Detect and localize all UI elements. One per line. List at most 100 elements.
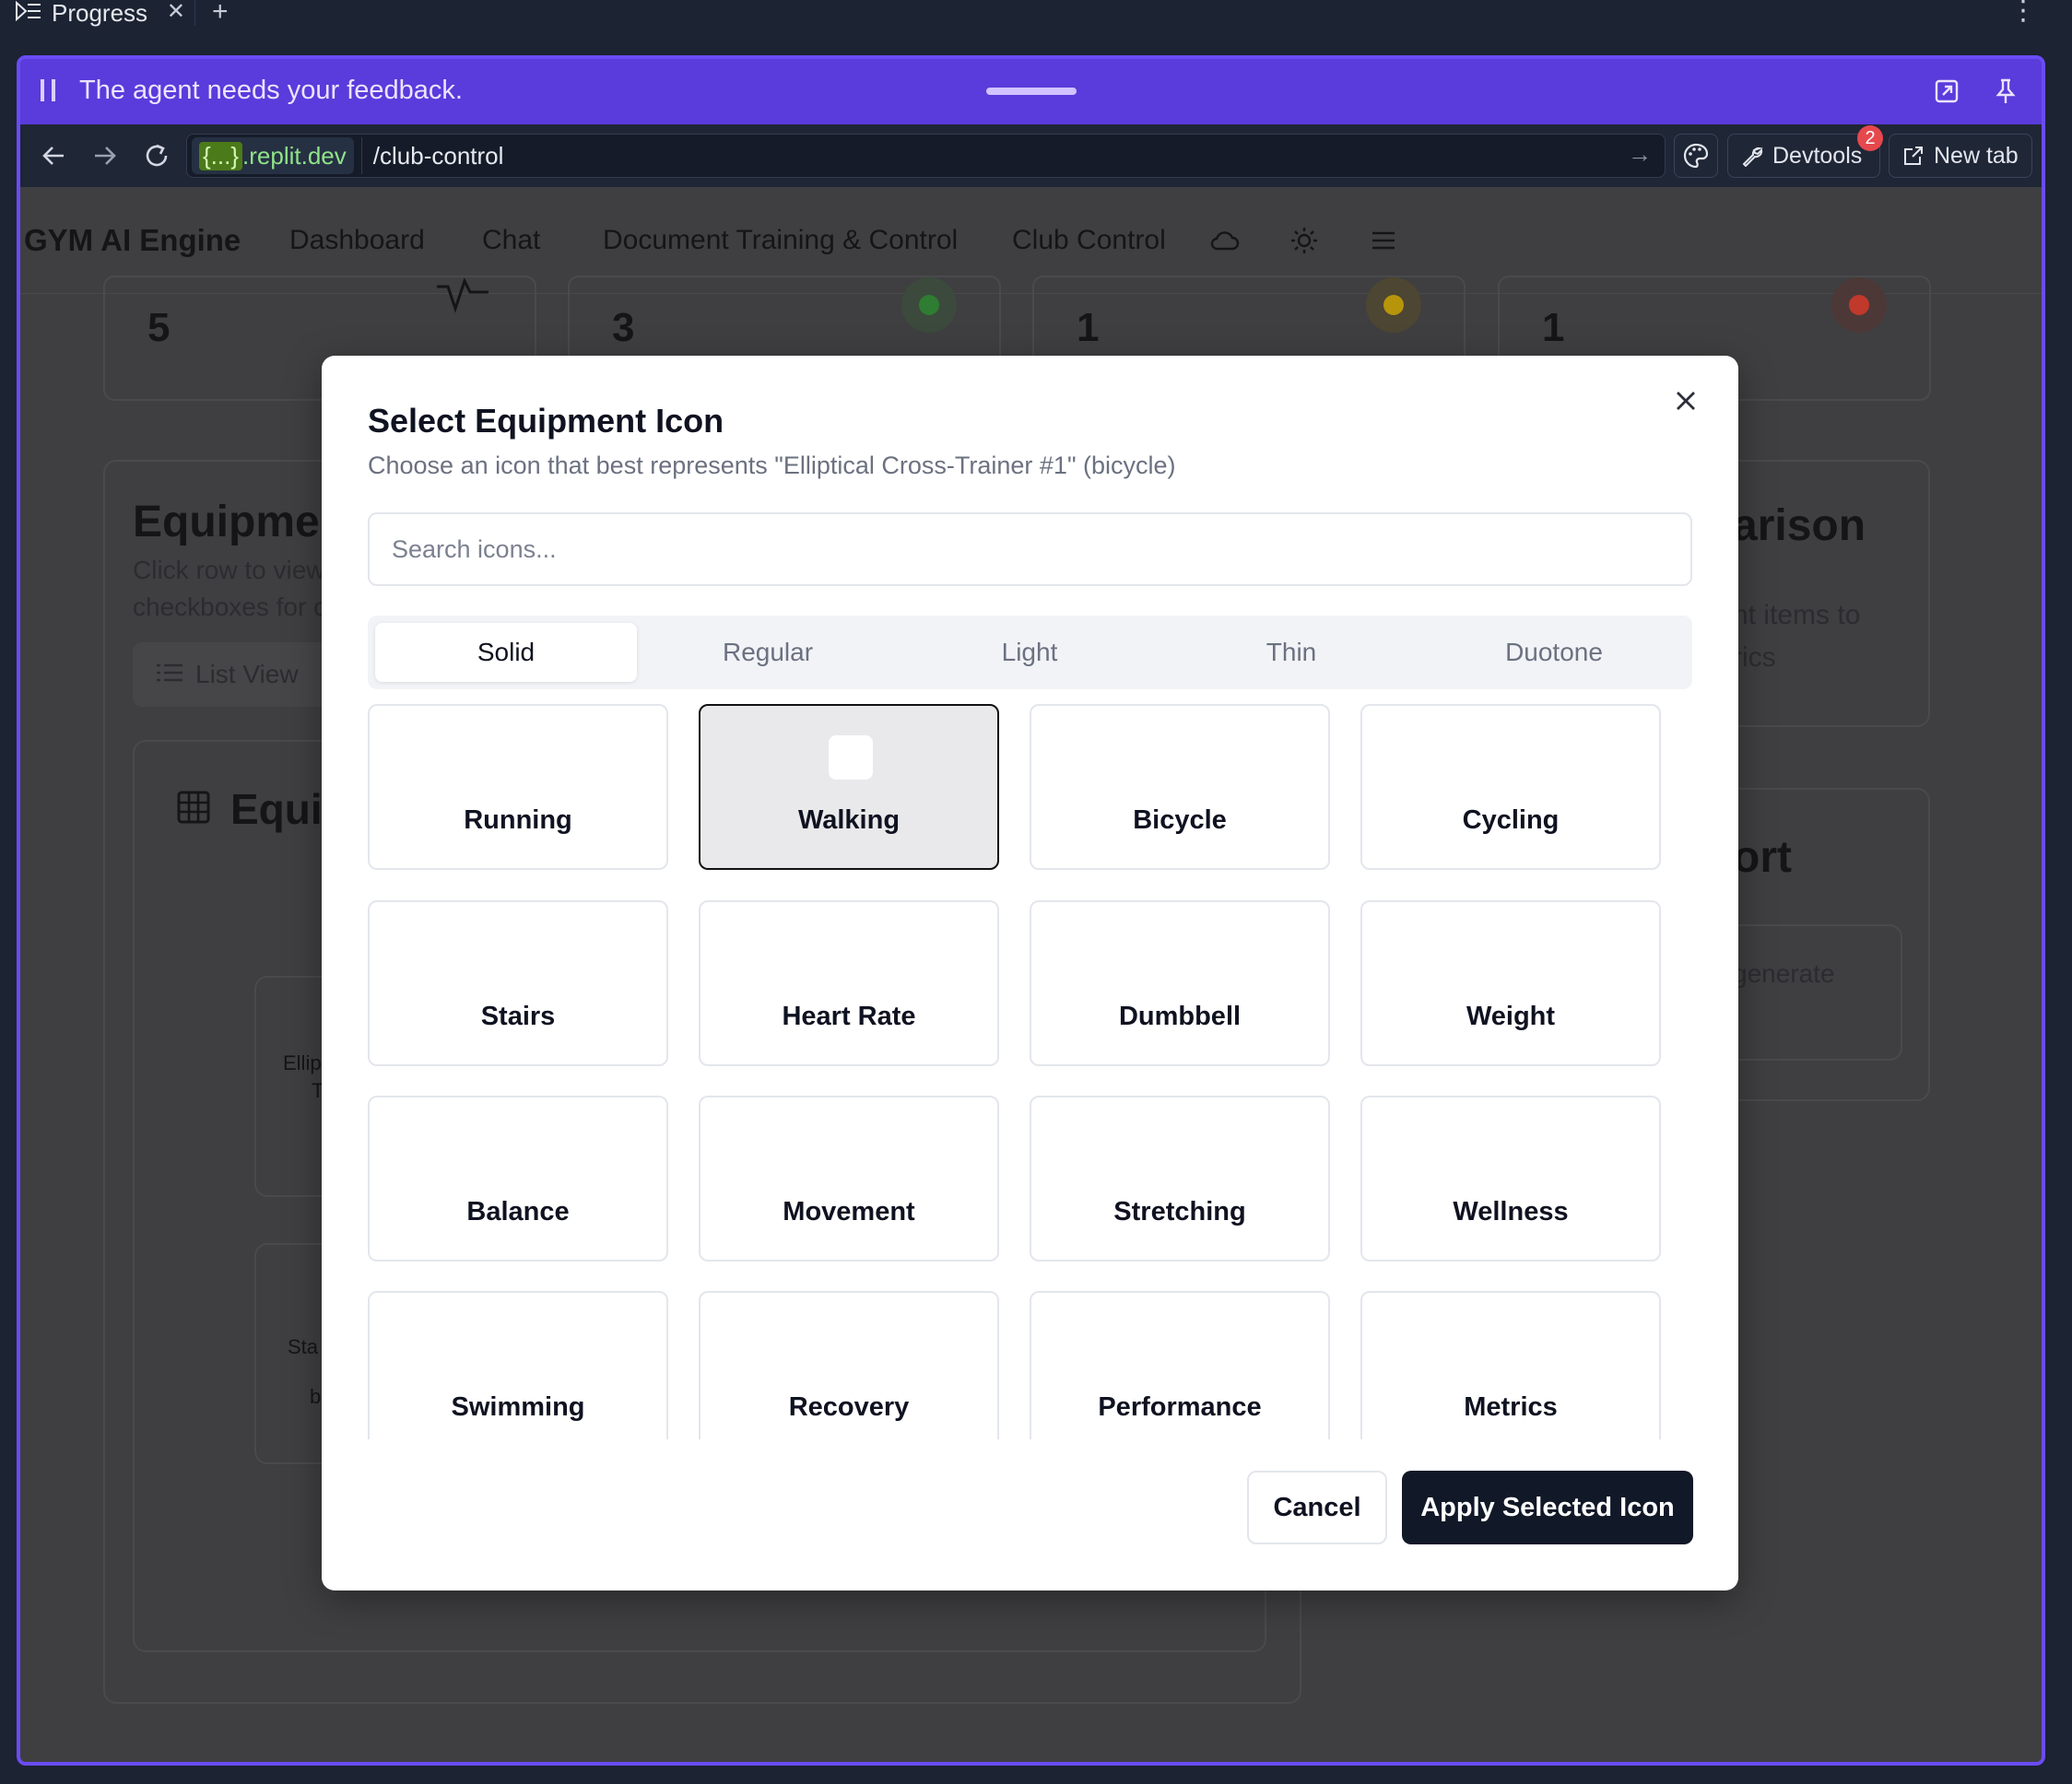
activity-icon xyxy=(435,277,490,319)
icon-option-stretching[interactable]: Stretching xyxy=(1030,1096,1330,1262)
devtools-button[interactable]: Devtools 2 xyxy=(1727,125,1883,178)
comparison-desc-1: nt items to xyxy=(1733,600,1861,630)
icon-option-movement[interactable]: Movement xyxy=(699,1096,999,1262)
go-arrow-icon[interactable]: → xyxy=(1628,140,1652,169)
icon-option-balance[interactable]: Balance xyxy=(368,1096,668,1262)
nav-document-training[interactable]: Document Training & Control xyxy=(603,225,958,256)
icon-option-wellness[interactable]: Wellness xyxy=(1360,1096,1661,1262)
nav-chat[interactable]: Chat xyxy=(482,225,540,256)
cloud-icon[interactable] xyxy=(1209,225,1241,256)
stat-value: 3 xyxy=(612,305,635,350)
url-path[interactable]: /club-control xyxy=(373,142,504,170)
url-separator xyxy=(360,137,362,174)
back-arrow-icon[interactable] xyxy=(37,139,70,172)
refresh-icon[interactable] xyxy=(140,139,173,172)
status-dot-yellow xyxy=(1366,277,1421,333)
tab-light[interactable]: Light xyxy=(899,623,1160,682)
drag-handle[interactable] xyxy=(986,88,1077,95)
url-domain: {...} .replit.dev xyxy=(192,137,354,174)
status-dot-green xyxy=(901,277,957,333)
tab-solid[interactable]: Solid xyxy=(375,623,637,682)
progress-icon xyxy=(15,0,42,28)
devtools-label: Devtools xyxy=(1772,142,1863,169)
grid-icon xyxy=(177,791,210,828)
devtools-badge: 2 xyxy=(1857,125,1883,151)
icon-option-swimming[interactable]: Swimming xyxy=(368,1291,668,1439)
status-dot-fill xyxy=(919,295,939,315)
icon-option-label: Heart Rate xyxy=(782,1002,916,1031)
external-link-icon xyxy=(1904,147,1923,165)
icon-option-running[interactable]: Running xyxy=(368,704,668,870)
pop-out-icon[interactable] xyxy=(1929,74,1964,109)
list-view-label: List View xyxy=(195,660,299,688)
icon-option-label: Balance xyxy=(466,1197,570,1226)
icon-option-label: Weight xyxy=(1466,1002,1556,1031)
icon-option-stairs[interactable]: Stairs xyxy=(368,900,668,1066)
icon-option-label: Cycling xyxy=(1462,805,1560,835)
comparison-desc-2: rics xyxy=(1733,642,1776,673)
equipment-desc-2: checkboxes for c xyxy=(133,593,327,621)
icon-option-label: Performance xyxy=(1098,1392,1262,1422)
icon-option-metrics[interactable]: Metrics xyxy=(1360,1291,1661,1439)
icon-option-cycling[interactable]: Cycling xyxy=(1360,704,1661,870)
equipment-title: Equipmen xyxy=(133,498,347,546)
agent-feedback-bar: The agent needs your feedback. xyxy=(20,59,2042,124)
new-tab-button[interactable]: New tab xyxy=(1889,134,2032,178)
hamburger-menu-icon[interactable] xyxy=(1368,225,1399,256)
comparison-title: arison xyxy=(1733,501,1866,550)
icon-option-label: Dumbbell xyxy=(1118,1002,1242,1031)
nav-club-control[interactable]: Club Control xyxy=(1012,225,1166,256)
new-tab-label: New tab xyxy=(1934,142,2019,169)
ide-tab-strip: Progress ✕ + ⋮ xyxy=(0,0,2072,28)
icon-grid[interactable]: Running Walking Bicycle Cycling Stairs H… xyxy=(368,704,1692,1439)
icon-option-performance[interactable]: Performance xyxy=(1030,1291,1330,1439)
dialog-description: Choose an icon that best represents "Ell… xyxy=(368,452,1176,479)
agent-message: The agent needs your feedback. xyxy=(79,76,463,105)
sun-icon[interactable] xyxy=(1289,225,1320,256)
generate-label: generate xyxy=(1733,959,1835,988)
icon-option-label: Stretching xyxy=(1113,1197,1246,1226)
stat-value: 1 xyxy=(1542,305,1565,350)
pause-icon[interactable] xyxy=(41,79,55,101)
close-tab-icon[interactable]: ✕ xyxy=(167,0,185,25)
icon-option-label: Walking xyxy=(797,805,901,835)
add-tab-button[interactable]: + xyxy=(212,0,229,28)
dialog-title: Select Equipment Icon xyxy=(368,402,724,440)
close-icon[interactable] xyxy=(1670,385,1701,417)
tab-regular[interactable]: Regular xyxy=(637,623,899,682)
tab-progress[interactable]: Progress ✕ xyxy=(0,0,195,28)
icon-option-label: Stairs xyxy=(480,1002,556,1031)
icon-option-label: Bicycle xyxy=(1133,805,1227,835)
nav-dashboard[interactable]: Dashboard xyxy=(289,225,425,256)
address-bar[interactable]: {...} .replit.dev /club-control → xyxy=(186,134,1666,178)
palette-button[interactable] xyxy=(1674,134,1718,178)
icon-option-recovery[interactable]: Recovery xyxy=(699,1291,999,1439)
app-brand[interactable]: GYM AI Engine xyxy=(24,223,241,258)
walking-icon xyxy=(829,735,873,780)
icon-option-weight[interactable]: Weight xyxy=(1360,900,1661,1066)
icon-option-dumbbell[interactable]: Dumbbell xyxy=(1030,900,1330,1066)
more-menu-icon[interactable]: ⋮ xyxy=(2009,0,2037,27)
icon-search-input[interactable] xyxy=(368,512,1692,586)
apply-selected-icon-button[interactable]: Apply Selected Icon xyxy=(1402,1471,1693,1544)
forward-arrow-icon[interactable] xyxy=(88,139,122,172)
list-view-toggle[interactable]: List View xyxy=(133,642,354,707)
icon-option-label: Swimming xyxy=(451,1392,585,1422)
icon-option-label: Running xyxy=(464,805,572,835)
url-domain-placeholder: {...} xyxy=(199,141,243,170)
row-badge-fragment: b xyxy=(310,1385,322,1408)
status-dot-fill xyxy=(1849,295,1869,315)
icon-option-walking[interactable]: Walking xyxy=(699,704,999,870)
icon-option-bicycle[interactable]: Bicycle xyxy=(1030,704,1330,870)
stat-value: 5 xyxy=(147,305,171,350)
url-domain-suffix: .replit.dev xyxy=(242,141,347,170)
icon-option-label: Metrics xyxy=(1464,1392,1558,1422)
tab-thin[interactable]: Thin xyxy=(1160,623,1422,682)
icon-option-heart-rate[interactable]: Heart Rate xyxy=(699,900,999,1066)
cancel-button[interactable]: Cancel xyxy=(1247,1471,1387,1544)
row-name-fragment: Sta xyxy=(288,1335,319,1358)
pin-icon[interactable] xyxy=(1988,74,2023,109)
tab-duotone[interactable]: Duotone xyxy=(1423,623,1685,682)
icon-style-tabs: Solid Regular Light Thin Duotone xyxy=(368,616,1692,689)
palette-icon xyxy=(1683,143,1709,169)
